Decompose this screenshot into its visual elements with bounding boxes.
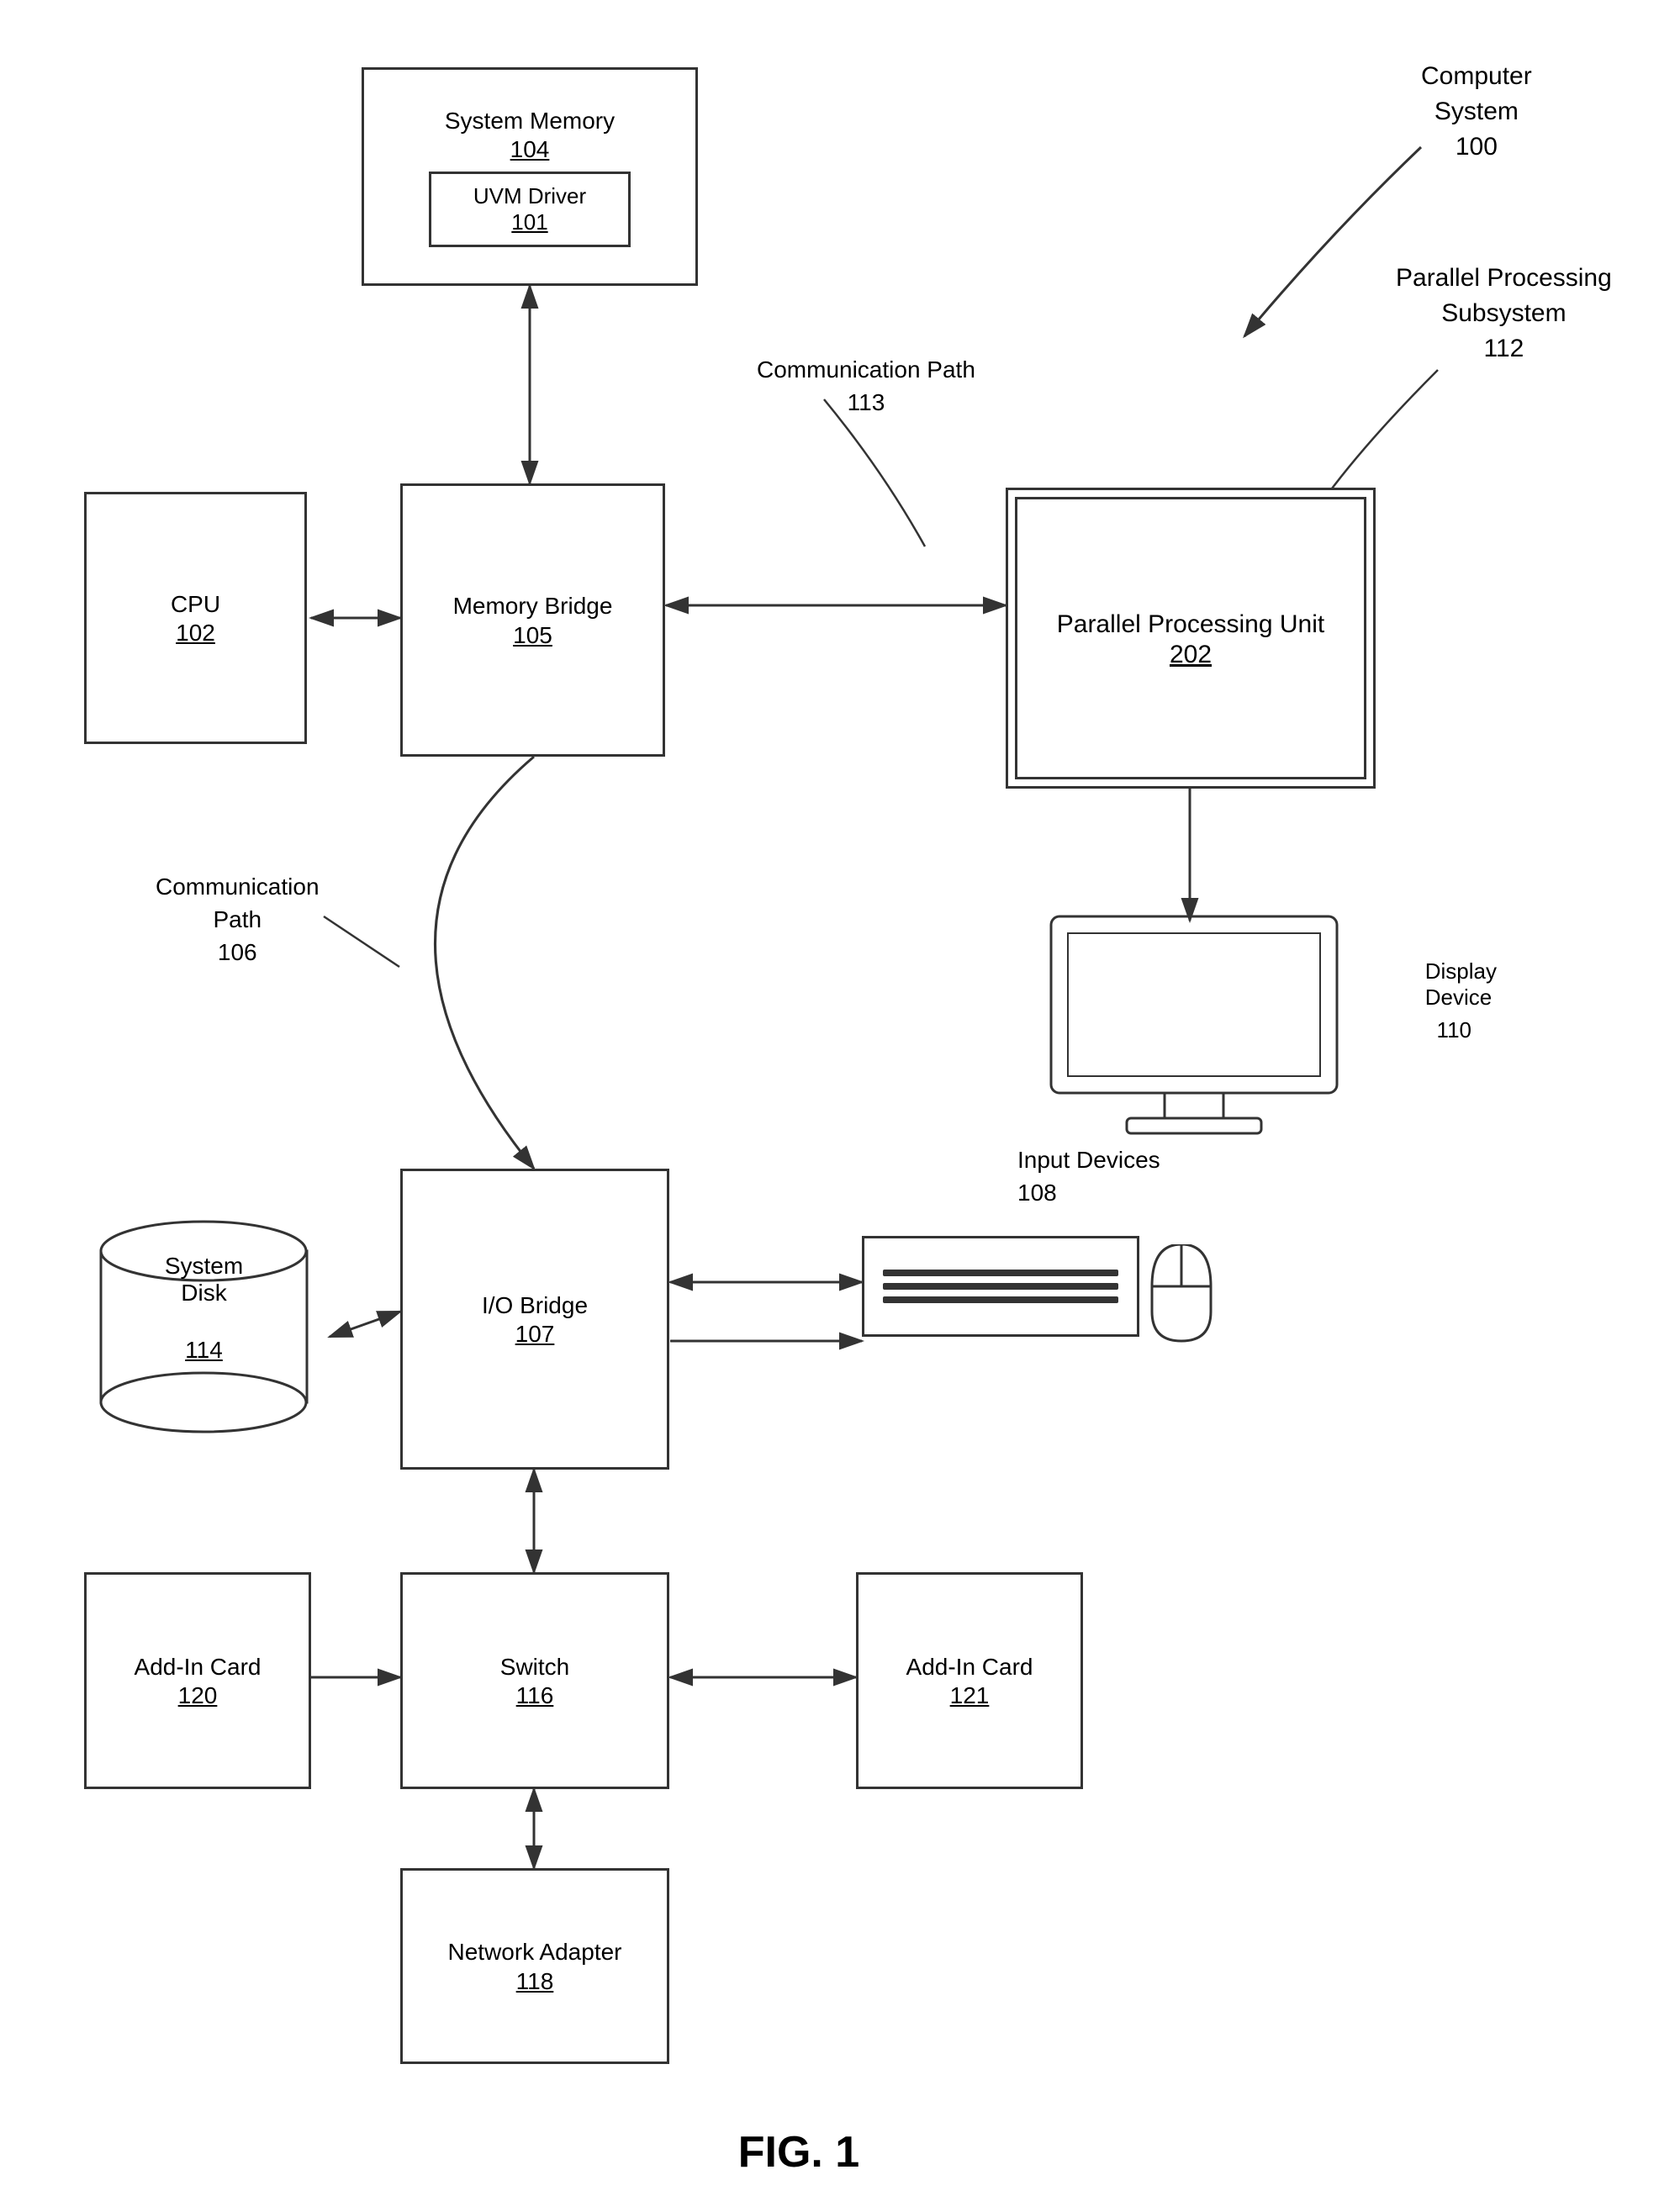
uvm-driver-num: 101 [511, 209, 547, 235]
io-bridge-num: 107 [515, 1321, 555, 1348]
fig-label: FIG. 1 [631, 2127, 967, 2178]
display-device: DisplayDevice 110 [1026, 908, 1362, 1160]
comm-path-106-label: CommunicationPath106 [156, 870, 320, 969]
add-in-card-121-num: 121 [950, 1682, 990, 1709]
display-device-num: 110 [1437, 1017, 1471, 1043]
network-adapter-label: Network Adapter [448, 1937, 622, 1967]
system-disk: SystemDisk 114 [84, 1169, 324, 1471]
memory-bridge-num: 105 [513, 622, 552, 649]
cpu-label: CPU [171, 589, 220, 620]
cpu-num: 102 [176, 620, 215, 647]
computer-system-label: ComputerSystem100 [1421, 59, 1532, 165]
add-in-card-120-box: Add-In Card 120 [84, 1572, 311, 1789]
io-bridge-label: I/O Bridge [482, 1291, 588, 1321]
io-bridge-box: I/O Bridge 107 [400, 1169, 669, 1470]
network-adapter-num: 118 [516, 1968, 554, 1995]
system-disk-num: 114 [185, 1337, 223, 1364]
switch-label: Switch [500, 1652, 569, 1682]
memory-bridge-box: Memory Bridge 105 [400, 483, 665, 757]
system-memory-box: System Memory 104 UVM Driver 101 [362, 67, 698, 286]
cpu-box: CPU 102 [84, 492, 307, 744]
system-memory-label: System Memory [445, 106, 615, 136]
input-devices-label: Input Devices108 [1017, 1143, 1160, 1209]
input-devices [862, 1202, 1240, 1396]
system-memory-num: 104 [510, 136, 550, 163]
add-in-card-121-box: Add-In Card 121 [856, 1572, 1083, 1789]
add-in-card-120-num: 120 [178, 1682, 218, 1709]
memory-bridge-label: Memory Bridge [453, 591, 613, 621]
ppu-box: Parallel Processing Unit 202 [1006, 488, 1376, 789]
uvm-driver-label: UVM Driver [473, 183, 586, 209]
network-adapter-box: Network Adapter 118 [400, 1868, 669, 2064]
add-in-card-120-label: Add-In Card [135, 1652, 262, 1682]
add-in-card-121-label: Add-In Card [906, 1652, 1033, 1682]
display-device-label: DisplayDevice [1425, 958, 1497, 1011]
diagram: System Memory 104 UVM Driver 101 CPU 102… [0, 0, 1659, 2212]
switch-num: 116 [516, 1682, 554, 1709]
pps-label: Parallel ProcessingSubsystem112 [1396, 261, 1612, 367]
switch-box: Switch 116 [400, 1572, 669, 1789]
comm-path-113-label: Communication Path113 [757, 353, 975, 419]
system-disk-label: SystemDisk [165, 1253, 243, 1307]
